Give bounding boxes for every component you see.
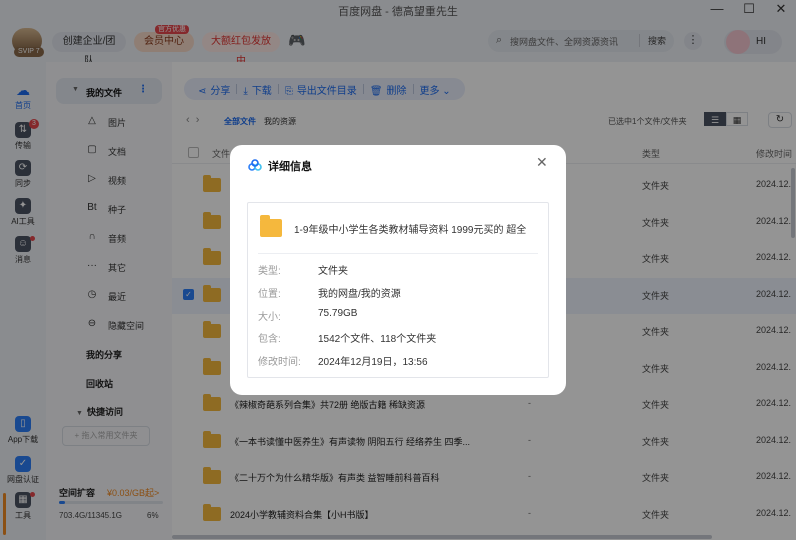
detail-contents-value: 1542个文件、118个文件夹 — [318, 334, 437, 345]
details-dialog: 详细信息 ✕ 1-9年级中小学生各类教材辅导资料 1999元买的 超全 类型: … — [230, 145, 566, 395]
dialog-title: 详细信息 — [268, 161, 312, 173]
detail-type-value: 文件夹 — [318, 266, 348, 277]
detail-label: 大小: — [258, 312, 281, 323]
divider — [258, 253, 538, 254]
folder-name: 1-9年级中小学生各类教材辅导资料 1999元买的 超全 — [294, 225, 527, 236]
detail-label: 类型: — [258, 266, 281, 277]
details-card: 1-9年级中小学生各类教材辅导资料 1999元买的 超全 类型: 文件夹 位置:… — [247, 202, 549, 378]
close-icon[interactable]: ✕ — [536, 154, 548, 171]
detail-label: 位置: — [258, 289, 281, 300]
folder-icon — [260, 215, 282, 237]
detail-label: 包含: — [258, 334, 281, 345]
detail-label: 修改时间: — [258, 357, 301, 368]
detail-size-value: 75.79GB — [318, 308, 358, 319]
detail-location-value: 我的网盘/我的资源 — [318, 289, 401, 300]
baidu-cloud-logo-icon — [248, 159, 262, 171]
detail-modified-value: 2024年12月19日，13:56 — [318, 357, 428, 368]
